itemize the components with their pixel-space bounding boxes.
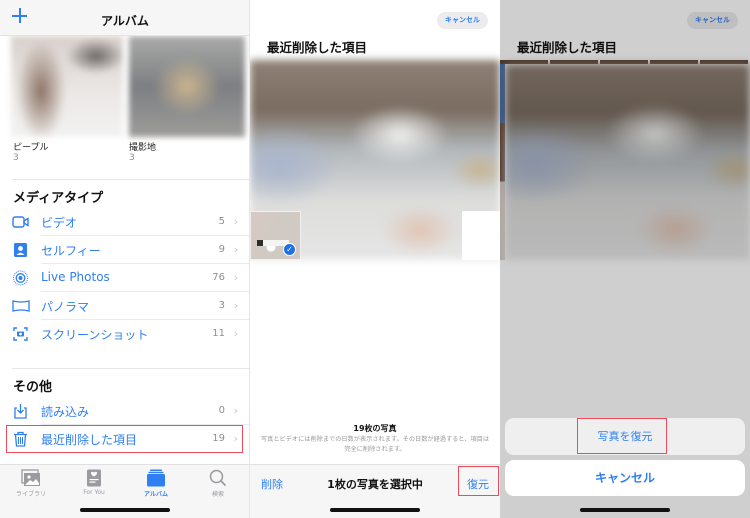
list-item-count: 76: [212, 272, 225, 283]
album-thumbnail-people[interactable]: [11, 36, 123, 137]
chevron-right-icon: ›: [233, 299, 238, 312]
album-count-people: 3: [13, 153, 19, 163]
page-title: 最近削除した項目: [267, 40, 368, 55]
list-item-count: 5: [218, 216, 225, 227]
panorama-icon: [12, 300, 30, 312]
home-indicator: [80, 508, 170, 512]
checkmark-icon: ✓: [283, 243, 296, 256]
list-item-label: 最近削除した項目: [41, 433, 138, 447]
bottom-toolbar: 削除 1枚の写真を選択中 復元: [250, 464, 500, 518]
list-item-count: 19: [212, 433, 225, 444]
page-title: アルバム: [101, 14, 149, 28]
tab-library[interactable]: ライブラリ: [1, 469, 61, 501]
album-label-people: ピープル: [13, 143, 49, 153]
selfie-icon: [14, 243, 27, 257]
list-item-label: スクリーンショット: [41, 328, 149, 342]
divider: [12, 368, 249, 369]
list-item-count: 9: [218, 244, 225, 255]
list-item-label: パノラマ: [41, 300, 90, 314]
chevron-right-icon: ›: [233, 271, 238, 284]
list-item-video[interactable]: ビデオ 5 ›: [0, 208, 249, 236]
tab-label: 検索: [211, 491, 224, 498]
list-item-screenshots[interactable]: スクリーンショット 11 ›: [0, 320, 249, 348]
tab-for-you[interactable]: For You: [64, 469, 124, 501]
divider: [12, 179, 249, 180]
tab-bar: ライブラリ For You アルバム 検索: [0, 464, 249, 518]
list-item-count: 3: [218, 300, 225, 311]
chevron-right-icon: ›: [233, 215, 238, 228]
album-thumbnail-places[interactable]: [129, 36, 245, 137]
chevron-right-icon: ›: [233, 432, 238, 445]
restore-photo-button[interactable]: 写真を復元: [505, 418, 745, 455]
albums-screen: アルバム ピープル 3 撮影地 3 メディアタイプ ビデオ 5 › セルフィー …: [0, 0, 250, 518]
tab-search[interactable]: 検索: [188, 469, 248, 501]
selection-status: 1枚の写真を選択中: [327, 478, 423, 491]
tab-label: For You: [83, 489, 105, 496]
action-sheet-cancel-button[interactable]: キャンセル: [505, 460, 745, 496]
album-label-places: 撮影地: [129, 143, 157, 153]
list-item-count: 0: [218, 405, 225, 416]
for-you-icon: [87, 469, 101, 487]
albums-icon: [147, 469, 165, 487]
empty-cell: [462, 211, 500, 260]
section-title-other: その他: [13, 380, 53, 395]
deletion-info-text: 写真とビデオには削除までの日数が表示されます。その日数が経過すると、項目は完全に…: [260, 436, 490, 453]
restore-action-sheet-screen: キャンセル 最近削除した項目 写真を復元 キャンセル: [500, 0, 750, 518]
home-indicator: [580, 508, 670, 512]
list-item-live-photos[interactable]: Live Photos 76 ›: [0, 264, 249, 292]
import-icon: [14, 404, 27, 419]
trash-icon: [14, 431, 27, 447]
delete-button[interactable]: 削除: [261, 476, 283, 492]
restore-button[interactable]: 復元: [467, 476, 489, 492]
chevron-right-icon: ›: [233, 327, 238, 340]
list-item-count: 11: [212, 328, 225, 339]
chevron-right-icon: ›: [233, 243, 238, 256]
list-item-label: ビデオ: [41, 216, 78, 230]
list-item-label: セルフィー: [41, 244, 101, 258]
list-item-selfie[interactable]: セルフィー 9 ›: [0, 236, 249, 264]
album-count-places: 3: [129, 153, 135, 163]
header: キャンセル 最近削除した項目: [250, 0, 500, 60]
section-title-media-types: メディアタイプ: [13, 191, 104, 206]
library-icon: [21, 469, 40, 486]
chevron-right-icon: ›: [233, 404, 238, 417]
home-indicator: [330, 508, 420, 512]
tab-label: アルバム: [144, 491, 168, 498]
search-icon: [209, 469, 227, 487]
tab-albums[interactable]: アルバム: [126, 469, 186, 501]
selected-photo-thumbnail[interactable]: ✓: [250, 211, 301, 260]
recently-deleted-select-screen: キャンセル 最近削除した項目 ✓ 19枚の写真 写真とビデオには削除までの日数が…: [250, 0, 500, 518]
navigation-bar: アルバム: [0, 0, 249, 36]
photo-count-title: 19枚の写真: [353, 424, 397, 433]
list-item-recently-deleted[interactable]: 最近削除した項目 19 ›: [0, 425, 249, 453]
list-item-panorama[interactable]: パノラマ 3 ›: [0, 292, 249, 320]
cancel-button[interactable]: キャンセル: [437, 12, 488, 29]
tab-label: ライブラリ: [15, 491, 46, 498]
list-item-label: 読み込み: [41, 405, 90, 419]
list-item-label: Live Photos: [41, 270, 110, 284]
live-photos-icon: [13, 270, 28, 286]
video-icon: [12, 216, 29, 228]
list-item-imports[interactable]: 読み込み 0 ›: [0, 397, 249, 425]
screenshot-icon: [13, 327, 28, 341]
